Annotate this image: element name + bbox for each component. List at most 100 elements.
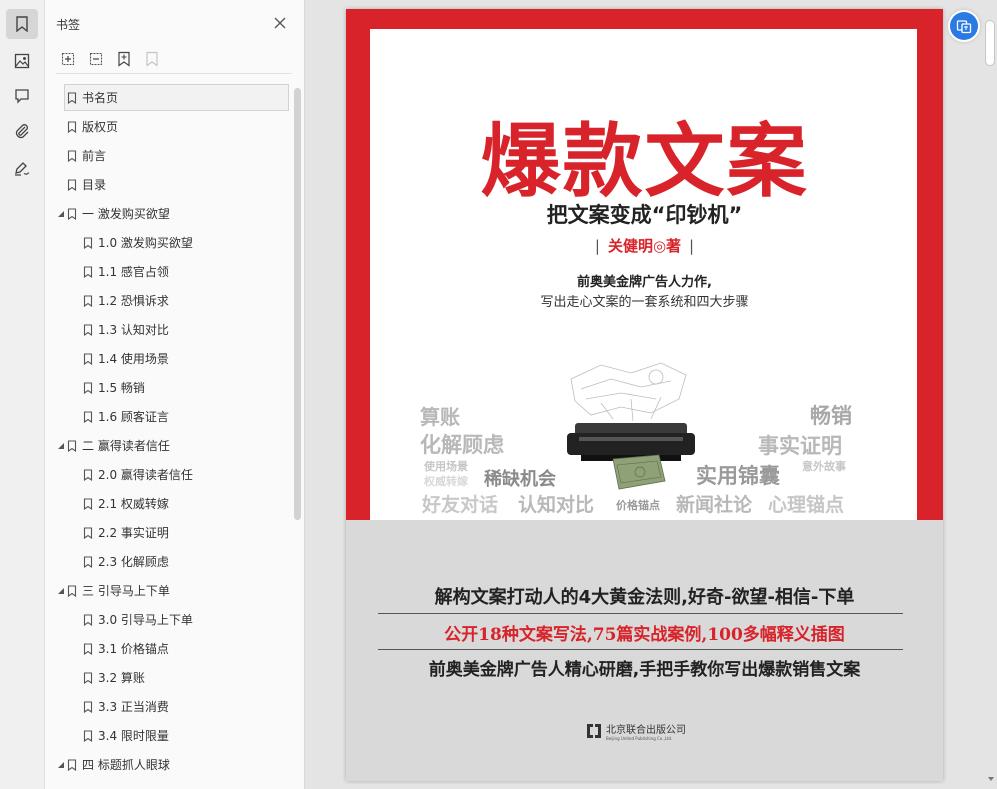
bookmark-item[interactable]: 3.2 算账: [45, 663, 293, 692]
expand-caret-icon[interactable]: [57, 587, 65, 595]
bookmark-icon: [67, 440, 77, 452]
bookmark-item[interactable]: 3.0 引导马上下单: [45, 605, 293, 634]
bookmark-item[interactable]: 前言: [45, 141, 293, 170]
close-icon[interactable]: [272, 15, 288, 31]
comment-panel-button[interactable]: [6, 81, 38, 111]
money-printer-illustration: [567, 362, 695, 490]
bookmark-toolbar: [57, 48, 163, 70]
bookmark-label: 前言: [82, 149, 107, 163]
bookmark-item[interactable]: 2.1 权威转嫁: [45, 489, 293, 518]
bookmark-panel: 书签 书名页 版权页 前言 目录一 激发购买欲望 1.0 激发购买欲望 1.1 感官占领 1…: [45, 0, 305, 789]
bookmark-item[interactable]: 一 激发购买欲望: [45, 199, 293, 228]
bookmark-label: 3.2 算账: [98, 671, 145, 685]
bookmark-icon: [83, 672, 93, 684]
comment-icon: [15, 89, 29, 104]
bookmark-item[interactable]: 1.1 感官占领: [45, 257, 293, 286]
expand-caret-icon[interactable]: [57, 442, 65, 450]
bookmark-icon: [67, 92, 77, 104]
translate-icon: [956, 20, 972, 34]
attachment-panel-button[interactable]: [6, 116, 38, 146]
bookmark-icon: [67, 208, 77, 220]
cover-word: 算账: [420, 405, 460, 429]
bookmark-icon: [83, 353, 93, 365]
collapse-all-button[interactable]: [85, 48, 107, 70]
bookmark-label: 3.4 限时限量: [98, 729, 169, 743]
collapse-all-icon: [89, 52, 103, 66]
bookmark-item[interactable]: 2.0 赢得读者信任: [45, 460, 293, 489]
bookmark-item[interactable]: 3.3 正当消费: [45, 692, 293, 721]
signature-panel-button[interactable]: [6, 154, 38, 184]
left-rail: [0, 0, 45, 789]
book-title: 爆款文案: [480, 114, 809, 208]
expand-caret-icon[interactable]: [57, 210, 65, 218]
author-name: 关健明◎著: [607, 237, 682, 255]
bookmark-icon: [83, 266, 93, 278]
bookmark-label: 书名页: [82, 91, 119, 105]
bookmark-item[interactable]: 目录: [45, 170, 293, 199]
bookmark-item[interactable]: 书名页: [45, 83, 293, 112]
cover-line-2: 公开18种文案写法,75篇实战案例,100多幅释义插图: [444, 625, 845, 645]
panel-scrollbar[interactable]: [294, 88, 301, 520]
bookmark-item[interactable]: 2.3 化解顾虑: [45, 547, 293, 576]
cover-word: 化解顾虑: [420, 433, 504, 457]
cover-word: 事实证明: [758, 434, 842, 458]
translate-button[interactable]: [950, 12, 978, 40]
bookmark-icon: [83, 643, 93, 655]
bookmark-item[interactable]: 3.4 限时限量: [45, 721, 293, 750]
remove-bookmark-button[interactable]: [141, 48, 163, 70]
scroll-down-icon[interactable]: [987, 775, 995, 783]
bookmark-label: 1.3 认知对比: [98, 323, 169, 337]
bookmark-icon: [83, 527, 93, 539]
bookmark-icon: [83, 614, 93, 626]
expand-caret-icon[interactable]: [57, 761, 65, 769]
bookmark-icon: [83, 295, 93, 307]
publisher: 北京联合出版公司 Beijing United Publishing Co.,L…: [586, 721, 686, 741]
thumbnail-panel-button[interactable]: [6, 46, 38, 76]
bookmark-item[interactable]: 二 赢得读者信任: [45, 431, 293, 460]
bookmark-item[interactable]: 1.5 畅销: [45, 373, 293, 402]
cover-word: 实用锦囊: [696, 464, 780, 488]
bookmark-label: 3.1 价格锚点: [98, 642, 169, 656]
bookmark-panel-button[interactable]: [6, 9, 38, 39]
bookmark-label: 一 激发购买欲望: [82, 207, 170, 221]
cover-word: 使用场景: [424, 460, 468, 473]
cover-rule: [378, 613, 903, 614]
bookmark-item[interactable]: 版权页: [45, 112, 293, 141]
book-subtitle: 把文案变成“印钞机”: [546, 203, 743, 227]
bookmark-label: 1.1 感官占领: [98, 265, 169, 279]
cover-line-3: 前奥美金牌广告人精心研磨,手把手教你写出爆款销售文案: [428, 660, 861, 680]
bookmark-item[interactable]: 1.3 认知对比: [45, 315, 293, 344]
bookmark-label: 1.6 顾客证言: [98, 410, 169, 424]
bookmark-icon: [83, 556, 93, 568]
bookmark-label: 1.2 恐惧诉求: [98, 294, 169, 308]
bookmark-item[interactable]: 三 引导马上下单: [45, 576, 293, 605]
attachment-icon: [15, 124, 29, 139]
cover-word: 好友对话: [422, 494, 499, 516]
publisher-name-en: Beijing United Publishing Co.,Ltd.: [606, 736, 673, 741]
publisher-logo: [587, 724, 601, 738]
bookmark-item[interactable]: 1.2 恐惧诉求: [45, 286, 293, 315]
book-author: | 关健明◎著 |: [594, 237, 695, 255]
publisher-name: 北京联合出版公司: [606, 725, 686, 736]
signature-icon: [15, 162, 30, 176]
expand-all-icon: [61, 52, 75, 66]
bookmark-item[interactable]: 1.6 顾客证言: [45, 402, 293, 431]
bookmark-icon: [67, 585, 77, 597]
bookmark-label: 三 引导马上下单: [82, 584, 170, 598]
bookmark-item[interactable]: 1.0 激发购买欲望: [45, 228, 293, 257]
bookmark-item[interactable]: 2.2 事实证明: [45, 518, 293, 547]
bookmark-icon: [67, 179, 77, 191]
bookmark-icon: [16, 16, 28, 32]
bookmark-item[interactable]: 1.4 使用场景: [45, 344, 293, 373]
bookmark-icon: [83, 382, 93, 394]
bookmark-label: 3.3 正当消费: [98, 700, 169, 714]
add-bookmark-button[interactable]: [113, 48, 135, 70]
bookmark-icon: [83, 324, 93, 336]
document-scrollbar[interactable]: [985, 20, 995, 66]
cover-rule: [378, 649, 903, 650]
expand-all-button[interactable]: [57, 48, 79, 70]
tagline-1: 前奥美金牌广告人力作,: [577, 275, 712, 290]
bookmark-label: 四 标题抓人眼球: [82, 758, 170, 772]
bookmark-item[interactable]: 四 标题抓人眼球: [45, 750, 293, 779]
bookmark-item[interactable]: 3.1 价格锚点: [45, 634, 293, 663]
